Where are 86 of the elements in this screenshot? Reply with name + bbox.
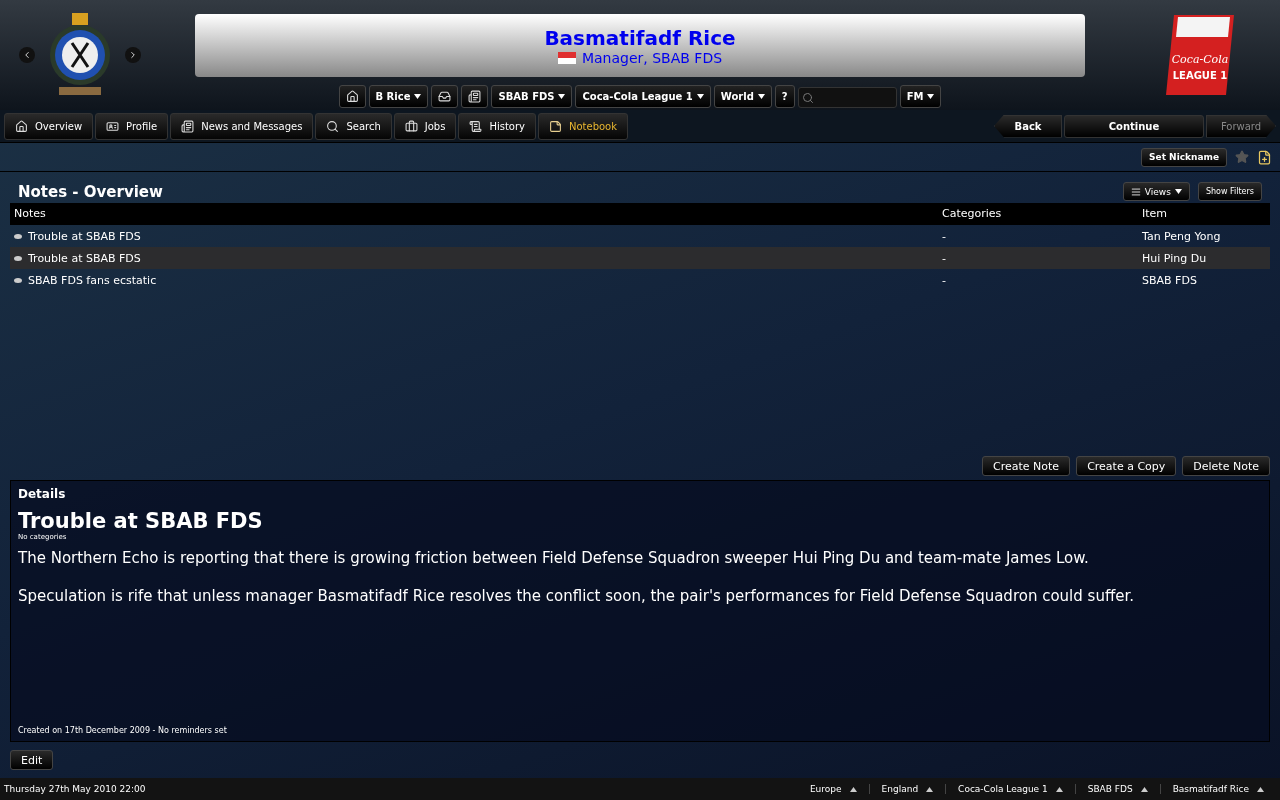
home-button[interactable]	[338, 85, 366, 108]
flag-icon	[557, 51, 576, 64]
back-button[interactable]: Back	[994, 114, 1062, 138]
views-button[interactable]: Views	[1122, 182, 1190, 201]
dropdown-button[interactable]: B Rice	[368, 85, 429, 108]
nav-tab[interactable]: Jobs	[393, 112, 457, 140]
nav-tab[interactable]: History	[458, 112, 536, 140]
action-button[interactable]: Create a Copy	[1076, 456, 1177, 476]
home-icon	[345, 90, 359, 103]
nav-tab[interactable]: Overview	[4, 112, 94, 140]
briefcase-icon	[404, 119, 418, 133]
home-icon	[15, 119, 28, 133]
manager-role: Manager, SBAB FDS	[581, 49, 723, 66]
caret-icon	[926, 786, 934, 792]
game-date: Thursday 27th May 2010 22:00	[4, 784, 146, 794]
table-cell: Trouble at SBAB FDS	[28, 251, 141, 265]
table-cell: Trouble at SBAB FDS	[28, 229, 141, 243]
bullet-icon	[14, 277, 22, 283]
caret-icon	[849, 786, 857, 792]
inbox-icon	[438, 90, 452, 103]
note-footer: Created on 17th December 2009 - No reminders set	[18, 726, 1262, 735]
table-cell-text: -	[941, 228, 947, 245]
list-icon	[1130, 186, 1141, 197]
continue-button[interactable]: Continue	[1064, 114, 1204, 138]
news-button[interactable]	[461, 85, 489, 108]
search-field[interactable]	[797, 87, 897, 108]
breadcrumb-link[interactable]: Basmatifadf Rice	[1172, 784, 1249, 794]
note-row[interactable]: Trouble at SBAB FDS	[10, 247, 938, 269]
id-card-icon	[106, 119, 120, 133]
search-icon	[801, 91, 814, 104]
note-row[interactable]: Trouble at SBAB FDS	[10, 225, 938, 247]
bullet-icon	[14, 233, 22, 239]
scroll-icon	[469, 119, 483, 133]
add-note-icon[interactable]	[1257, 149, 1272, 165]
show-filters-button[interactable]: Show Filters	[1197, 182, 1262, 201]
caret-icon	[1140, 786, 1148, 792]
nav-tab[interactable]: Search	[315, 112, 392, 140]
nav-tab[interactable]: News and Messages	[170, 112, 314, 140]
caret-icon	[1174, 189, 1182, 194]
breadcrumb-link[interactable]: England	[881, 784, 919, 794]
search-icon	[326, 119, 340, 133]
action-button[interactable]: Delete Note	[1182, 456, 1270, 476]
caret-icon	[558, 94, 566, 99]
table-cell: SBAB FDS fans ecstatic	[28, 273, 157, 287]
previous-button[interactable]	[19, 47, 35, 63]
nav-tab[interactable]: Notebook	[538, 112, 629, 140]
manager-name: Basmatifadf Rice	[544, 25, 736, 50]
note-title: Trouble at SBAB FDS	[18, 509, 264, 533]
page-title: Notes - Overview	[18, 182, 164, 201]
caret-icon	[696, 94, 704, 99]
caret-icon	[757, 94, 765, 99]
table-cell-text: -	[941, 272, 947, 289]
breadcrumb-link[interactable]: Europe	[809, 784, 842, 794]
table-cell-text: SBAB FDS	[1141, 272, 1198, 289]
bullet-icon	[14, 255, 22, 261]
star-icon[interactable]	[1235, 150, 1249, 164]
note-row[interactable]: SBAB FDS fans ecstatic	[10, 269, 938, 291]
table-cell: -	[938, 247, 1138, 269]
table-cell-text: Tan Peng Yong	[1141, 228, 1222, 245]
column-header[interactable]: Item	[1138, 203, 1270, 225]
note-icon	[549, 119, 562, 133]
nav-tab[interactable]: Profile	[95, 112, 169, 140]
dropdown-button[interactable]: SBAB FDS	[491, 85, 573, 108]
set-nickname-button[interactable]: Set Nickname	[1141, 147, 1227, 167]
news-icon	[468, 90, 482, 103]
caret-icon	[927, 94, 935, 99]
news-icon	[181, 119, 195, 133]
dropdown-button[interactable]: Coca-Cola League 1	[575, 85, 711, 108]
column-header[interactable]: Notes	[10, 203, 938, 225]
inbox-button[interactable]	[431, 85, 459, 108]
details-heading: Details	[18, 487, 67, 501]
table-cell: Hui Ping Du	[1138, 247, 1270, 269]
note-paragraph: The Northern Echo is reporting that there is growing friction between Field Defense Squadron sweeper Hui Ping Du and team-mate James Low.	[18, 549, 1090, 567]
help-button[interactable]: ?	[774, 85, 795, 108]
caret-icon	[1257, 786, 1264, 792]
column-header[interactable]: Categories	[938, 203, 1138, 225]
dropdown-button[interactable]: World	[713, 85, 772, 108]
dropdown-button[interactable]: FM	[899, 85, 942, 108]
breadcrumb-link[interactable]: SBAB FDS	[1087, 784, 1133, 794]
next-button[interactable]	[125, 47, 141, 63]
caret-icon	[414, 94, 422, 99]
breadcrumb-link[interactable]: Coca-Cola League 1	[958, 784, 1048, 794]
action-button[interactable]: Create Note	[982, 456, 1071, 476]
caret-icon	[1055, 786, 1063, 792]
note-paragraph: Speculation is rife that unless manager Basmatifadf Rice resolves the conflict soon, the pair's performances for Field Defense Squadron could suffer.	[18, 587, 1135, 605]
edit-button[interactable]: Edit	[10, 750, 54, 770]
